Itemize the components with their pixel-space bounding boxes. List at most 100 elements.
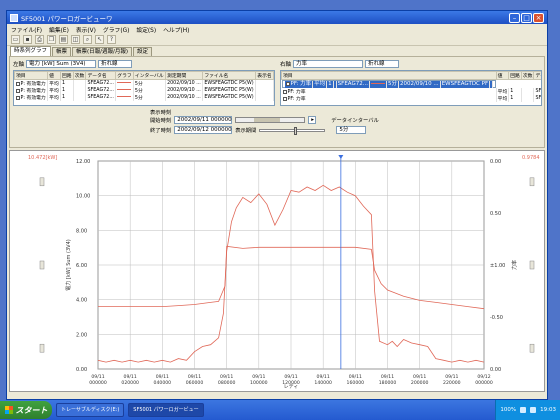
right-table-cell: 平均 [496,88,510,95]
tray-text: 100% [500,407,517,413]
tab-report[interactable]: 帳票 [52,47,72,56]
end-time-label: 終了時刻 [150,128,172,134]
app-icon [10,13,18,22]
data-interval-dropdown[interactable]: 5分 [336,126,367,134]
right-table-cell: SFEAG72... [336,81,370,88]
right-table-row[interactable]: PF: 力率平均1SFEAG72...5分2002/09/10 ...EWSFE… [281,80,497,88]
chart-area[interactable]: 0.00 2.00 4.00 6.00 8.00 10.00 12.00 0.00 0.50 ±1… [9,150,545,392]
x-tick-time: 020000 [121,380,139,386]
windows-logo-icon [4,406,13,414]
maximize-button[interactable]: □ [521,12,532,23]
menu-edit[interactable]: 編集(E) [49,25,69,34]
volume-icon[interactable] [530,407,537,413]
paste-icon[interactable]: ▤ [59,35,68,44]
left-column-header[interactable]: 次数 [72,71,87,80]
minimize-button[interactable]: – [509,12,520,23]
preview-icon[interactable]: ◫ [71,35,80,44]
power-chart-svg: 0.00 2.00 4.00 6.00 8.00 10.00 12.00 0.00 0.50 ±1… [28,155,540,390]
right-table-row[interactable]: PF: 力率平均1SFEAG72...5分2002/09/10 ...EWSFE… [281,88,541,95]
taskbar-button-viewer[interactable]: SF5001 パワーロガービュー [128,403,204,417]
menu-view[interactable]: 表示(V) [76,25,96,34]
start-time-field[interactable]: 2002/09/11 000000 [174,116,233,124]
menu-help[interactable]: ヘルプ(H) [163,25,189,34]
left-table-cell: SFEAG72... [85,87,117,94]
left-tick-label: 8.00 [76,228,87,234]
help-icon[interactable]: ? [107,35,116,44]
right-tick-label: 0.00 [490,159,501,165]
x-tick-time: 080000 [218,380,236,386]
tab-timeseries-graph[interactable]: 時系列グラフ [10,46,52,56]
left-column-header[interactable]: グラフ [115,71,134,80]
open-icon[interactable]: ▭ [11,35,20,44]
right-column-header[interactable]: 項目 [281,71,497,80]
close-button[interactable]: × [533,12,544,23]
menu-settings[interactable]: 設定(S) [136,25,156,34]
start-label: スタート [15,405,48,415]
left-axis-handle [39,343,45,353]
left-tick-label: 10.00 [76,194,90,200]
left-table-cell: 2002/09/10 ... [165,79,204,87]
left-column-header[interactable]: データ名 [85,71,117,80]
left-chart-type-dropdown[interactable]: 折れ線 [98,60,133,68]
right-chart-type-dropdown[interactable]: 折れ線 [365,60,400,68]
series-checkbox[interactable] [15,88,20,93]
tab-settings[interactable]: 設定 [133,47,153,56]
left-tick-label: 12.00 [76,159,90,165]
save-icon[interactable]: ▪ [23,35,32,44]
taskbar-button-explorer[interactable]: トレーサブルディスク(E:) [56,403,125,417]
left-column-header[interactable]: 項目 [14,71,49,80]
display-period-slider[interactable] [259,126,326,135]
left-column-header[interactable]: 表示名 [255,71,274,80]
end-time-field[interactable]: 2002/09/12 000000 [174,126,233,134]
right-axis-dropdown[interactable]: 力率 [293,60,364,68]
x-tick-date: 09/11 [156,374,169,380]
start-button[interactable]: スタート [0,401,52,419]
tab-periodic-report[interactable]: 帳票(日報/週報/月報) [72,47,133,56]
network-icon[interactable] [520,407,527,413]
left-table-cell: 5分 [133,87,167,94]
right-table-row[interactable]: PF: 力率平均1SFEAG72...5分2002/09/10 ...EWSFE… [281,95,541,102]
x-tick-date: 09/11 [188,374,201,380]
x-tick-date: 09/11 [317,374,330,380]
left-table-cell: P: 有効電力 [14,87,49,94]
right-column-header[interactable]: 回路 [508,71,522,80]
print-icon[interactable]: ⎙ [35,35,44,44]
start-time-row: 開始時刻 2002/09/11 000000 ▸ データインターバル [150,116,379,124]
zoom-icon[interactable]: ⌕ [83,35,92,44]
left-table-cell: 1 [60,79,74,87]
left-table-row[interactable]: P: 有効電力 平均 1 SFEAG72... 5分 2002/09/10 ... EWSF… [14,79,274,87]
series-checkbox[interactable] [282,96,287,101]
x-tick-time: 000000 [475,380,493,386]
series-checkbox[interactable] [15,95,20,100]
series-checkbox[interactable] [282,89,287,94]
right-series-table: 項目値回路次数データ名グラフインターバル測定期間ファイル名表示名 PF: 力率平… [280,70,542,106]
left-column-header[interactable]: 測定期間 [165,71,204,80]
left-column-header[interactable]: 回路 [59,71,74,80]
left-column-header[interactable]: インターバル [132,71,167,80]
time-scrollbar[interactable] [235,117,306,123]
left-table-cell: 1 [60,87,74,94]
series-checkbox[interactable] [15,81,20,86]
menu-file[interactable]: ファイル(F) [11,25,42,34]
right-column-header[interactable]: 次数 [520,71,535,80]
left-column-header[interactable]: ファイル名 [202,71,257,80]
left-table-cell: 1 [60,94,74,101]
left-table-cell: 5分 [133,94,167,101]
copy-icon[interactable]: ❐ [47,35,56,44]
scroll-next-button[interactable]: ▸ [308,116,317,124]
left-table-row[interactable]: P: 有効電力 平均 1 SFEAG72... 5分 2002/09/10 ... EWSF… [14,87,274,94]
right-table-cell: PF: 力率 [284,81,314,88]
x-tick-date: 09/11 [124,374,137,380]
right-column-header[interactable]: データ名 [533,71,541,80]
left-table-cell: P: 有効電力 [14,79,49,87]
menu-graph[interactable]: グラフ(G) [103,25,129,34]
graph-line-swatch [370,83,385,84]
left-axis-dropdown[interactable]: 電力 [kW] Sum (3V4) [26,60,97,68]
right-table-cell: EWSFEAGTDC PF [440,81,491,88]
left-table-cell [115,87,134,94]
left-table-row[interactable]: P: 有効電力 平均 1 SFEAG72... 5分 2002/09/10 ... EWSF… [14,94,274,101]
left-column-header[interactable]: 値 [47,71,61,80]
series-checkbox[interactable] [285,81,290,86]
right-column-header[interactable]: 値 [495,71,510,80]
cursor-icon[interactable]: ↖ [95,35,104,44]
